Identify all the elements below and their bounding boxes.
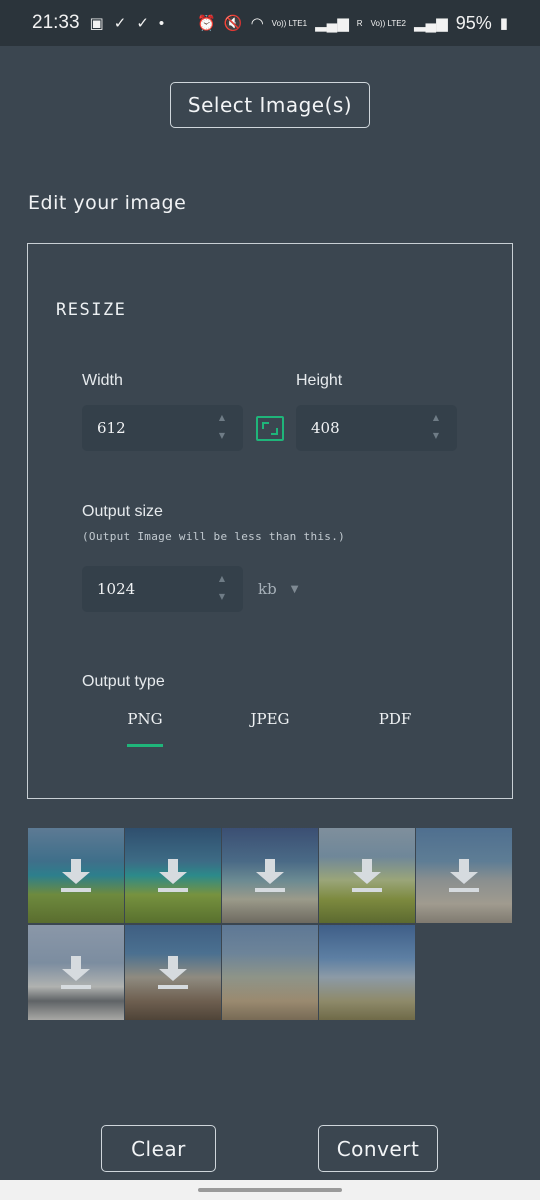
thumbnail[interactable] [125, 828, 221, 923]
status-bar: 21:33 ▣ ✓ ✓ • ⏰ 🔇 ◠ Vo)) LTE1 ▂▄▆ R Vo))… [0, 0, 540, 46]
roaming-label: R [356, 18, 363, 28]
wifi-icon: ◠ [250, 15, 264, 32]
stepper-up-icon[interactable]: ▲ [219, 414, 225, 422]
download-icon[interactable] [449, 858, 479, 893]
height-input[interactable]: 408 ▲ ▼ [296, 405, 457, 451]
thumbnail[interactable] [319, 828, 415, 923]
tab-png[interactable]: PNG [105, 710, 185, 728]
check-icon: ✓ [136, 15, 149, 32]
download-icon[interactable] [61, 858, 91, 893]
stepper-down-icon[interactable]: ▼ [219, 593, 225, 601]
tab-pdf[interactable]: PDF [355, 710, 435, 728]
output-size-label: Output size [82, 503, 163, 520]
download-icon[interactable] [352, 858, 382, 893]
width-label: Width [82, 372, 123, 389]
unit-value: kb [258, 580, 277, 598]
thumbnail[interactable] [222, 925, 318, 1020]
edit-title: Edit your image [28, 192, 187, 214]
status-time: 21:33 [32, 12, 80, 33]
height-label: Height [296, 372, 343, 389]
alarm-icon: ⏰ [197, 15, 216, 32]
signal-icon: ▂▄▆ [315, 15, 349, 32]
battery-icon: ▮ [499, 15, 508, 32]
stepper-down-icon[interactable]: ▼ [219, 432, 225, 440]
navigation-bar [0, 1180, 540, 1200]
output-size-hint: (Output Image will be less than this.) [82, 530, 346, 543]
download-icon[interactable] [255, 858, 285, 893]
edit-panel: RESIZE Width Height 612 ▲ ▼ 408 ▲ ▼ Outp… [27, 243, 513, 799]
battery-percent: 95% [455, 12, 492, 33]
clear-button[interactable]: Clear [101, 1125, 216, 1172]
chevron-down-icon: ▼ [290, 583, 299, 595]
output-type-label: Output type [82, 673, 165, 690]
stepper-down-icon[interactable]: ▼ [433, 432, 439, 440]
aspect-ratio-lock-icon[interactable] [256, 416, 284, 441]
width-input[interactable]: 612 ▲ ▼ [82, 405, 243, 451]
image-icon: ▣ [89, 15, 104, 32]
thumbnail[interactable] [125, 925, 221, 1020]
home-gesture-handle[interactable] [198, 1188, 342, 1192]
stepper-up-icon[interactable]: ▲ [219, 575, 225, 583]
mute-icon: 🔇 [223, 15, 243, 32]
dot-icon: • [158, 14, 165, 32]
resize-heading: RESIZE [56, 300, 127, 320]
unit-select[interactable]: kb ▼ [258, 580, 298, 598]
download-icon[interactable] [158, 955, 188, 990]
select-images-button[interactable]: Select Image(s) [170, 82, 370, 128]
image-thumbnails [28, 828, 514, 1022]
thumbnail[interactable] [222, 828, 318, 923]
output-size-stepper[interactable]: ▲ ▼ [219, 575, 225, 601]
sim2-label: Vo)) LTE2 [370, 18, 406, 28]
convert-button[interactable]: Convert [318, 1125, 438, 1172]
sim1-label: Vo)) LTE1 [271, 18, 308, 28]
tab-jpeg[interactable]: JPEG [230, 710, 310, 728]
height-value: 408 [311, 419, 340, 437]
thumbnail[interactable] [416, 828, 512, 923]
stepper-up-icon[interactable]: ▲ [433, 414, 439, 422]
thumbnail[interactable] [319, 925, 415, 1020]
output-size-input[interactable]: 1024 ▲ ▼ [82, 566, 243, 612]
download-icon[interactable] [158, 858, 188, 893]
width-value: 612 [97, 419, 126, 437]
thumbnail[interactable] [28, 925, 124, 1020]
download-icon[interactable] [61, 955, 91, 990]
signal-icon: ▂▄▆ [414, 15, 448, 32]
tab-selected-indicator [127, 744, 163, 747]
width-stepper[interactable]: ▲ ▼ [219, 414, 225, 440]
output-size-value: 1024 [97, 580, 136, 598]
thumbnail[interactable] [28, 828, 124, 923]
height-stepper[interactable]: ▲ ▼ [433, 414, 439, 440]
check-icon: ✓ [113, 15, 127, 32]
